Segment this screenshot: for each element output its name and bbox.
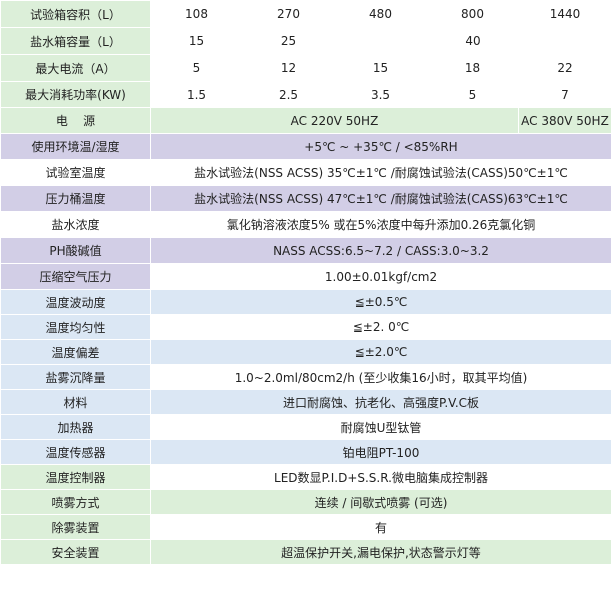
table-cell: 超温保护开关,漏电保护,状态警示灯等: [150, 539, 611, 565]
table-row: 温度控制器 LED数显P.I.D+S.S.R.微电脑集成控制器: [0, 464, 611, 490]
table-cell: 25: [242, 27, 335, 55]
table-row: 加热器 耐腐蚀U型钛管: [0, 414, 611, 440]
table-cell: 有: [150, 514, 611, 540]
row-label: 材料: [0, 389, 151, 415]
table-cell: 40: [334, 27, 611, 55]
table-cell: 18: [426, 54, 519, 82]
row-label: 除雾装置: [0, 514, 151, 540]
spec-table: 试验箱容积（L） 108 270 480 800 1440 盐水箱容量（L） 1…: [0, 0, 611, 565]
table-cell: LED数显P.I.D+S.S.R.微电脑集成控制器: [150, 464, 611, 490]
row-label: 使用环境温/湿度: [0, 133, 151, 160]
table-row: 压缩空气压力 1.00±0.01kgf/cm2: [0, 263, 611, 290]
table-cell: NASS ACSS:6.5~7.2 / CASS:3.0~3.2: [150, 237, 611, 264]
table-cell: AC 220V 50HZ: [150, 107, 519, 134]
row-label: 压缩空气压力: [0, 263, 151, 290]
row-label: 温度传感器: [0, 439, 151, 465]
table-cell: 22: [518, 54, 611, 82]
table-cell: 氯化钠溶液浓度5% 或在5%浓度中每升添加0.26克氯化铜: [150, 211, 611, 238]
table-row: 温度偏差 ≦±2.0℃: [0, 339, 611, 365]
table-row: 盐水箱容量（L） 15 25 40: [0, 27, 611, 55]
table-cell: 盐水试验法(NSS ACSS) 47℃±1℃ /耐腐蚀试验法(CASS)63℃±…: [150, 185, 611, 212]
table-cell: 12: [242, 54, 335, 82]
table-cell: AC 380V 50HZ: [518, 107, 611, 134]
table-cell: 2.5: [242, 81, 335, 108]
table-cell: ≦±0.5℃: [150, 289, 611, 315]
table-cell: 1.00±0.01kgf/cm2: [150, 263, 611, 290]
table-row: 喷雾方式 连续 / 间歇式喷雾 (可选): [0, 489, 611, 515]
row-label: PH酸碱值: [0, 237, 151, 264]
table-cell: 1440: [518, 0, 611, 28]
row-label: 盐水浓度: [0, 211, 151, 238]
table-row: 试验箱容积（L） 108 270 480 800 1440: [0, 0, 611, 28]
row-label: 盐水箱容量（L）: [0, 27, 151, 55]
row-label: 温度偏差: [0, 339, 151, 365]
table-row: 温度传感器 铂电阻PT-100: [0, 439, 611, 465]
row-label: 试验箱容积（L）: [0, 0, 151, 28]
row-label: 温度均匀性: [0, 314, 151, 340]
table-row: 除雾装置 有: [0, 514, 611, 540]
table-cell: +5℃ ~ +35℃ / <85%RH: [150, 133, 611, 160]
table-cell: 5: [150, 54, 243, 82]
table-row: 温度均匀性 ≦±2. 0℃: [0, 314, 611, 340]
table-cell: 108: [150, 0, 243, 28]
row-label: 盐雾沉降量: [0, 364, 151, 390]
table-row: 压力桶温度 盐水试验法(NSS ACSS) 47℃±1℃ /耐腐蚀试验法(CAS…: [0, 185, 611, 212]
table-row: 材料 进口耐腐蚀、抗老化、高强度P.V.C板: [0, 389, 611, 415]
row-label: 加热器: [0, 414, 151, 440]
table-cell: 480: [334, 0, 427, 28]
row-label: 温度波动度: [0, 289, 151, 315]
table-row: 安全装置 超温保护开关,漏电保护,状态警示灯等: [0, 539, 611, 565]
table-cell: 1.0~2.0ml/80cm2/h (至少收集16小时，取其平均值): [150, 364, 611, 390]
table-cell: 5: [426, 81, 519, 108]
table-cell: ≦±2. 0℃: [150, 314, 611, 340]
table-row: 最大电流（A） 5 12 15 18 22: [0, 54, 611, 82]
table-cell: 进口耐腐蚀、抗老化、高强度P.V.C板: [150, 389, 611, 415]
table-row: 盐水浓度 氯化钠溶液浓度5% 或在5%浓度中每升添加0.26克氯化铜: [0, 211, 611, 238]
table-row: 温度波动度 ≦±0.5℃: [0, 289, 611, 315]
table-row: 使用环境温/湿度 +5℃ ~ +35℃ / <85%RH: [0, 133, 611, 160]
row-label: 温度控制器: [0, 464, 151, 490]
row-label: 喷雾方式: [0, 489, 151, 515]
row-label: 安全装置: [0, 539, 151, 565]
row-label: 试验室温度: [0, 159, 151, 186]
row-label: 电 源: [0, 107, 151, 134]
table-cell: 7: [518, 81, 611, 108]
table-row: 盐雾沉降量 1.0~2.0ml/80cm2/h (至少收集16小时，取其平均值): [0, 364, 611, 390]
table-row: 电 源 AC 220V 50HZ AC 380V 50HZ: [0, 107, 611, 134]
table-cell: 800: [426, 0, 519, 28]
row-label: 最大消耗功率(KW): [0, 81, 151, 108]
table-cell: 连续 / 间歇式喷雾 (可选): [150, 489, 611, 515]
table-cell: 15: [150, 27, 243, 55]
table-cell: 耐腐蚀U型钛管: [150, 414, 611, 440]
table-cell: 1.5: [150, 81, 243, 108]
table-cell: 270: [242, 0, 335, 28]
table-row: 最大消耗功率(KW) 1.5 2.5 3.5 5 7: [0, 81, 611, 108]
table-row: PH酸碱值 NASS ACSS:6.5~7.2 / CASS:3.0~3.2: [0, 237, 611, 264]
table-cell: ≦±2.0℃: [150, 339, 611, 365]
table-cell: 铂电阻PT-100: [150, 439, 611, 465]
table-cell: 3.5: [334, 81, 427, 108]
row-label: 压力桶温度: [0, 185, 151, 212]
table-cell: 15: [334, 54, 427, 82]
table-row: 试验室温度 盐水试验法(NSS ACSS) 35℃±1℃ /耐腐蚀试验法(CAS…: [0, 159, 611, 186]
table-cell: 盐水试验法(NSS ACSS) 35℃±1℃ /耐腐蚀试验法(CASS)50℃±…: [150, 159, 611, 186]
row-label: 最大电流（A）: [0, 54, 151, 82]
